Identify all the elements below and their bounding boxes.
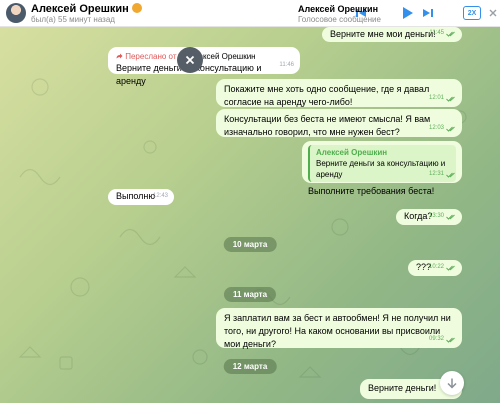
message-time: 11:45 xyxy=(429,30,444,36)
player-track-subtitle: Голосовое сообщение xyxy=(298,15,381,24)
read-checks-icon xyxy=(446,31,455,37)
play-icon xyxy=(403,7,413,19)
message-bubble-outgoing[interactable]: Консультации без беста не имеют смысла! … xyxy=(216,109,462,137)
emoji-status-icon xyxy=(131,3,142,13)
arrow-down-icon xyxy=(447,378,457,389)
playback-speed-button[interactable]: 2X xyxy=(463,6,481,20)
message-time: 12:01 xyxy=(428,95,444,101)
read-checks-icon xyxy=(446,214,455,220)
forward-arrow-icon xyxy=(116,53,123,59)
message-meta: 10:22 xyxy=(429,261,456,274)
read-checks-icon xyxy=(446,172,455,178)
message-time: 11:46 xyxy=(279,62,294,68)
next-track-button[interactable] xyxy=(419,4,437,22)
last-seen-status: был(а) 55 минут назад xyxy=(31,15,115,24)
message-meta: 11:45 xyxy=(429,27,456,40)
message-text: Покажите мне хоть одно сообщение, где я … xyxy=(224,84,430,107)
chat-area[interactable]: Верните мне мои деньги! 11:45 Переслано … xyxy=(0,27,500,403)
message-time: 12:03 xyxy=(428,125,444,131)
read-checks-icon xyxy=(446,126,455,132)
forwarded-prefix: Переслано от xyxy=(125,52,177,61)
date-separator: 12 марта xyxy=(223,359,277,374)
date-separator: 10 марта xyxy=(223,237,277,252)
reply-author: Алексей Орешкин xyxy=(316,148,388,157)
message-meta: 12:43 xyxy=(153,190,168,203)
message-time: 12:43 xyxy=(152,193,168,199)
player-track-name: Алексей Орешкин xyxy=(298,4,379,14)
chat-header: Алексей Орешкин был(а) 55 минут назад Ал… xyxy=(0,0,500,27)
message-meta: 12:31 xyxy=(429,168,456,181)
chat-title-text: Алексей Орешкин xyxy=(31,3,129,15)
read-checks-icon xyxy=(446,96,455,102)
message-time: 12:31 xyxy=(428,171,444,177)
read-checks-icon xyxy=(446,337,455,343)
close-icon xyxy=(489,9,497,17)
message-meta: 09:32 xyxy=(429,333,456,346)
forwarded-label[interactable]: Переслано от Алексей Орешкин xyxy=(116,51,292,62)
message-meta: 11:46 xyxy=(279,59,294,72)
message-time: 09:32 xyxy=(428,336,444,342)
message-bubble-outgoing[interactable]: Верните мне мои деньги! 11:45 xyxy=(322,27,462,42)
message-text: Я заплатил вам за бест и автообмен! Я не… xyxy=(224,313,451,349)
message-time: 13:30 xyxy=(428,213,444,219)
message-bubble-outgoing[interactable]: ??? 10:22 xyxy=(408,260,462,276)
reply-text: Верните деньги за консультацию и аренду xyxy=(316,159,446,179)
message-bubble-outgoing[interactable]: Покажите мне хоть одно сообщение, где я … xyxy=(216,79,462,107)
close-overlay-button[interactable] xyxy=(177,47,203,73)
chat-title[interactable]: Алексей Орешкин xyxy=(31,3,142,15)
message-bubble-outgoing[interactable]: Когда? 13:30 xyxy=(396,209,462,225)
close-player-button[interactable] xyxy=(488,6,498,20)
message-meta: 12:03 xyxy=(429,122,456,135)
message-bubble-incoming-forwarded[interactable]: Переслано от Алексей Орешкин Верните день… xyxy=(108,47,300,86)
message-bubble-outgoing[interactable]: Я заплатил вам за бест и автообмен! Я не… xyxy=(216,308,462,349)
avatar[interactable] xyxy=(6,3,26,23)
close-icon xyxy=(185,55,195,65)
next-icon xyxy=(423,9,433,17)
message-text: Выполните требования беста! xyxy=(308,186,435,196)
message-meta: 12:01 xyxy=(429,92,456,105)
message-meta: 13:30 xyxy=(429,210,456,223)
play-button[interactable] xyxy=(397,3,417,23)
date-separator: 11 марта xyxy=(223,287,277,302)
message-bubble-incoming[interactable]: Выполню 12:43 xyxy=(108,189,174,205)
message-bubble-outgoing-reply[interactable]: Алексей Орешкин Верните деньги за консул… xyxy=(302,141,462,196)
message-text: Консультации без беста не имеют смысла! … xyxy=(224,114,431,137)
scroll-to-bottom-button[interactable] xyxy=(440,371,464,395)
read-checks-icon xyxy=(446,265,455,271)
message-time: 10:22 xyxy=(428,264,444,270)
